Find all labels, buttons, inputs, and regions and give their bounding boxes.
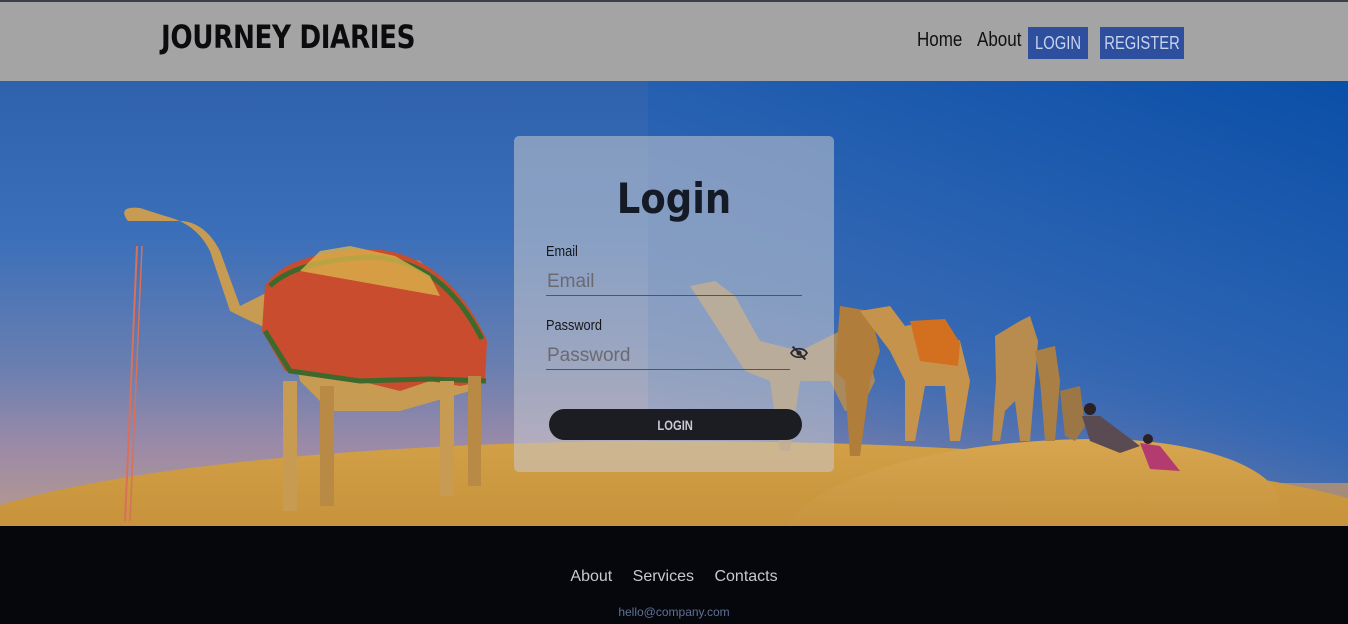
nav-home-link[interactable]: Home xyxy=(917,29,962,52)
eye-slash-icon[interactable] xyxy=(789,345,809,361)
brand-logo[interactable]: JOURNEY DIARIES xyxy=(161,18,416,56)
email-input[interactable] xyxy=(546,269,802,296)
password-input[interactable] xyxy=(546,343,790,370)
footer-services-link[interactable]: Services xyxy=(633,568,694,585)
site-footer: About Services Contacts hello@company.co… xyxy=(0,526,1348,624)
lead-camel-illustration xyxy=(124,207,487,522)
login-submit-label: LOGIN xyxy=(657,416,694,433)
email-label: Email xyxy=(546,243,578,260)
footer-contacts-link[interactable]: Contacts xyxy=(714,568,777,585)
nav-register-label: REGISTER xyxy=(1104,32,1180,53)
footer-email[interactable]: hello@company.com xyxy=(0,605,1348,619)
login-title: Login xyxy=(616,174,732,223)
nav-login-button[interactable]: LOGIN xyxy=(1028,27,1088,59)
login-card: Login Email Password LOGIN xyxy=(514,136,834,472)
nav-about-link[interactable]: About xyxy=(977,29,1021,52)
login-submit-button[interactable]: LOGIN xyxy=(549,409,802,440)
hero-background: Login Email Password LOGIN xyxy=(0,81,1348,526)
nav-register-button[interactable]: REGISTER xyxy=(1100,27,1184,59)
site-header: JOURNEY DIARIES Home About LOGIN REGISTE… xyxy=(0,2,1348,81)
password-label: Password xyxy=(546,317,602,334)
nav-login-label: LOGIN xyxy=(1035,32,1081,53)
footer-nav: About Services Contacts xyxy=(0,568,1348,586)
footer-about-link[interactable]: About xyxy=(570,568,612,585)
